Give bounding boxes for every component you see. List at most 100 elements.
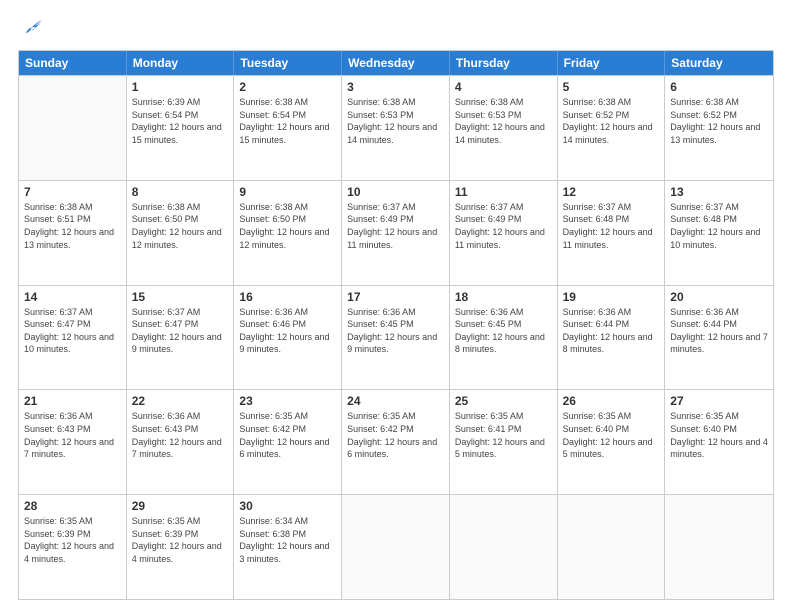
calendar-cell: 22Sunrise: 6:36 AMSunset: 6:43 PMDayligh… bbox=[127, 390, 235, 494]
calendar-cell: 28 Sunrise: 6:35 AMSunset: 6:39 PMDayligh… bbox=[19, 495, 127, 599]
calendar-cell: 30 Sunrise: 6:34 AMSunset: 6:38 PMDayligh… bbox=[234, 495, 342, 599]
calendar-cell: 10 Sunrise: 6:37 AMSunset: 6:49 PMDayligh… bbox=[342, 181, 450, 285]
calendar-header-row: SundayMondayTuesdayWednesdayThursdayFrid… bbox=[19, 51, 773, 75]
day-number: 28 bbox=[24, 499, 121, 513]
calendar-cell bbox=[19, 76, 127, 180]
day-info: Sunrise: 6:37 AMSunset: 6:48 PMDaylight:… bbox=[563, 201, 660, 251]
day-info: Sunrise: 6:39 AMSunset: 6:54 PMDaylight:… bbox=[132, 96, 229, 146]
day-info: Sunrise: 6:37 AMSunset: 6:49 PMDaylight:… bbox=[455, 201, 552, 251]
calendar-cell: 24 Sunrise: 6:35 AMSunset: 6:42 PMDayligh… bbox=[342, 390, 450, 494]
calendar-cell: 18Sunrise: 6:36 AMSunset: 6:45 PMDayligh… bbox=[450, 286, 558, 390]
calendar-cell: 25 Sunrise: 6:35 AMSunset: 6:41 PMDayligh… bbox=[450, 390, 558, 494]
page: SundayMondayTuesdayWednesdayThursdayFrid… bbox=[0, 0, 792, 612]
calendar-cell bbox=[450, 495, 558, 599]
calendar-cell: 4Sunrise: 6:38 AMSunset: 6:53 PMDaylight… bbox=[450, 76, 558, 180]
day-number: 23 bbox=[239, 394, 336, 408]
day-info: Sunrise: 6:37 AMSunset: 6:47 PMDaylight:… bbox=[132, 306, 229, 356]
calendar-cell: 19 Sunrise: 6:36 AMSunset: 6:44 PMDayligh… bbox=[558, 286, 666, 390]
day-number: 15 bbox=[132, 290, 229, 304]
day-info: Sunrise: 6:38 AMSunset: 6:52 PMDaylight:… bbox=[670, 96, 768, 146]
day-info: Sunrise: 6:37 AMSunset: 6:48 PMDaylight:… bbox=[670, 201, 768, 251]
day-number: 13 bbox=[670, 185, 768, 199]
calendar: SundayMondayTuesdayWednesdayThursdayFrid… bbox=[18, 50, 774, 600]
day-info: Sunrise: 6:36 AMSunset: 6:44 PMDaylight:… bbox=[563, 306, 660, 356]
day-number: 27 bbox=[670, 394, 768, 408]
day-info: Sunrise: 6:35 AMSunset: 6:39 PMDaylight:… bbox=[24, 515, 121, 565]
day-info: Sunrise: 6:38 AMSunset: 6:54 PMDaylight:… bbox=[239, 96, 336, 146]
day-number: 26 bbox=[563, 394, 660, 408]
calendar-body: 1 Sunrise: 6:39 AMSunset: 6:54 PMDaylight… bbox=[19, 75, 773, 599]
calendar-header-cell-wednesday: Wednesday bbox=[342, 51, 450, 75]
calendar-header-cell-friday: Friday bbox=[558, 51, 666, 75]
calendar-cell: 15 Sunrise: 6:37 AMSunset: 6:47 PMDayligh… bbox=[127, 286, 235, 390]
calendar-header-cell-monday: Monday bbox=[127, 51, 235, 75]
day-info: Sunrise: 6:38 AMSunset: 6:50 PMDaylight:… bbox=[239, 201, 336, 251]
calendar-cell: 12 Sunrise: 6:37 AMSunset: 6:48 PMDayligh… bbox=[558, 181, 666, 285]
day-number: 7 bbox=[24, 185, 121, 199]
day-info: Sunrise: 6:37 AMSunset: 6:47 PMDaylight:… bbox=[24, 306, 121, 356]
calendar-cell bbox=[558, 495, 666, 599]
day-info: Sunrise: 6:38 AMSunset: 6:53 PMDaylight:… bbox=[455, 96, 552, 146]
logo bbox=[18, 20, 42, 42]
calendar-cell: 20 Sunrise: 6:36 AMSunset: 6:44 PMDayligh… bbox=[665, 286, 773, 390]
day-number: 11 bbox=[455, 185, 552, 199]
day-info: Sunrise: 6:34 AMSunset: 6:38 PMDaylight:… bbox=[239, 515, 336, 565]
calendar-cell: 11 Sunrise: 6:37 AMSunset: 6:49 PMDayligh… bbox=[450, 181, 558, 285]
calendar-header-cell-tuesday: Tuesday bbox=[234, 51, 342, 75]
calendar-cell: 17 Sunrise: 6:36 AMSunset: 6:45 PMDayligh… bbox=[342, 286, 450, 390]
calendar-cell: 21Sunrise: 6:36 AMSunset: 6:43 PMDayligh… bbox=[19, 390, 127, 494]
day-number: 1 bbox=[132, 80, 229, 94]
calendar-cell: 16 Sunrise: 6:36 AMSunset: 6:46 PMDayligh… bbox=[234, 286, 342, 390]
calendar-cell: 6Sunrise: 6:38 AMSunset: 6:52 PMDaylight… bbox=[665, 76, 773, 180]
day-info: Sunrise: 6:36 AMSunset: 6:46 PMDaylight:… bbox=[239, 306, 336, 356]
day-number: 12 bbox=[563, 185, 660, 199]
calendar-header-cell-saturday: Saturday bbox=[665, 51, 773, 75]
day-number: 17 bbox=[347, 290, 444, 304]
logo-bird-icon bbox=[20, 20, 42, 42]
day-number: 8 bbox=[132, 185, 229, 199]
day-info: Sunrise: 6:37 AMSunset: 6:49 PMDaylight:… bbox=[347, 201, 444, 251]
calendar-cell: 26Sunrise: 6:35 AMSunset: 6:40 PMDayligh… bbox=[558, 390, 666, 494]
calendar-cell: 27 Sunrise: 6:35 AMSunset: 6:40 PMDayligh… bbox=[665, 390, 773, 494]
calendar-cell: 3Sunrise: 6:38 AMSunset: 6:53 PMDaylight… bbox=[342, 76, 450, 180]
calendar-cell bbox=[342, 495, 450, 599]
calendar-header-cell-thursday: Thursday bbox=[450, 51, 558, 75]
calendar-cell: 23 Sunrise: 6:35 AMSunset: 6:42 PMDayligh… bbox=[234, 390, 342, 494]
calendar-cell: 1 Sunrise: 6:39 AMSunset: 6:54 PMDaylight… bbox=[127, 76, 235, 180]
day-number: 14 bbox=[24, 290, 121, 304]
calendar-cell: 9 Sunrise: 6:38 AMSunset: 6:50 PMDaylight… bbox=[234, 181, 342, 285]
day-info: Sunrise: 6:36 AMSunset: 6:43 PMDaylight:… bbox=[24, 410, 121, 460]
day-info: Sunrise: 6:35 AMSunset: 6:41 PMDaylight:… bbox=[455, 410, 552, 460]
day-number: 10 bbox=[347, 185, 444, 199]
header bbox=[18, 16, 774, 42]
day-number: 25 bbox=[455, 394, 552, 408]
calendar-week-row-3: 14 Sunrise: 6:37 AMSunset: 6:47 PMDayligh… bbox=[19, 285, 773, 390]
day-number: 9 bbox=[239, 185, 336, 199]
day-number: 30 bbox=[239, 499, 336, 513]
day-number: 19 bbox=[563, 290, 660, 304]
calendar-cell bbox=[665, 495, 773, 599]
day-info: Sunrise: 6:36 AMSunset: 6:45 PMDaylight:… bbox=[455, 306, 552, 356]
calendar-week-row-2: 7 Sunrise: 6:38 AMSunset: 6:51 PMDaylight… bbox=[19, 180, 773, 285]
day-info: Sunrise: 6:36 AMSunset: 6:44 PMDaylight:… bbox=[670, 306, 768, 356]
day-number: 3 bbox=[347, 80, 444, 94]
calendar-cell: 13 Sunrise: 6:37 AMSunset: 6:48 PMDayligh… bbox=[665, 181, 773, 285]
day-number: 5 bbox=[563, 80, 660, 94]
day-info: Sunrise: 6:38 AMSunset: 6:52 PMDaylight:… bbox=[563, 96, 660, 146]
day-info: Sunrise: 6:38 AMSunset: 6:50 PMDaylight:… bbox=[132, 201, 229, 251]
day-number: 16 bbox=[239, 290, 336, 304]
calendar-week-row-4: 21Sunrise: 6:36 AMSunset: 6:43 PMDayligh… bbox=[19, 389, 773, 494]
day-info: Sunrise: 6:38 AMSunset: 6:51 PMDaylight:… bbox=[24, 201, 121, 251]
calendar-cell: 14 Sunrise: 6:37 AMSunset: 6:47 PMDayligh… bbox=[19, 286, 127, 390]
day-number: 24 bbox=[347, 394, 444, 408]
day-number: 20 bbox=[670, 290, 768, 304]
day-number: 22 bbox=[132, 394, 229, 408]
calendar-cell: 8 Sunrise: 6:38 AMSunset: 6:50 PMDaylight… bbox=[127, 181, 235, 285]
day-info: Sunrise: 6:35 AMSunset: 6:40 PMDaylight:… bbox=[670, 410, 768, 460]
day-number: 2 bbox=[239, 80, 336, 94]
day-info: Sunrise: 6:35 AMSunset: 6:42 PMDaylight:… bbox=[239, 410, 336, 460]
day-info: Sunrise: 6:35 AMSunset: 6:39 PMDaylight:… bbox=[132, 515, 229, 565]
day-info: Sunrise: 6:36 AMSunset: 6:45 PMDaylight:… bbox=[347, 306, 444, 356]
day-number: 29 bbox=[132, 499, 229, 513]
day-info: Sunrise: 6:35 AMSunset: 6:42 PMDaylight:… bbox=[347, 410, 444, 460]
